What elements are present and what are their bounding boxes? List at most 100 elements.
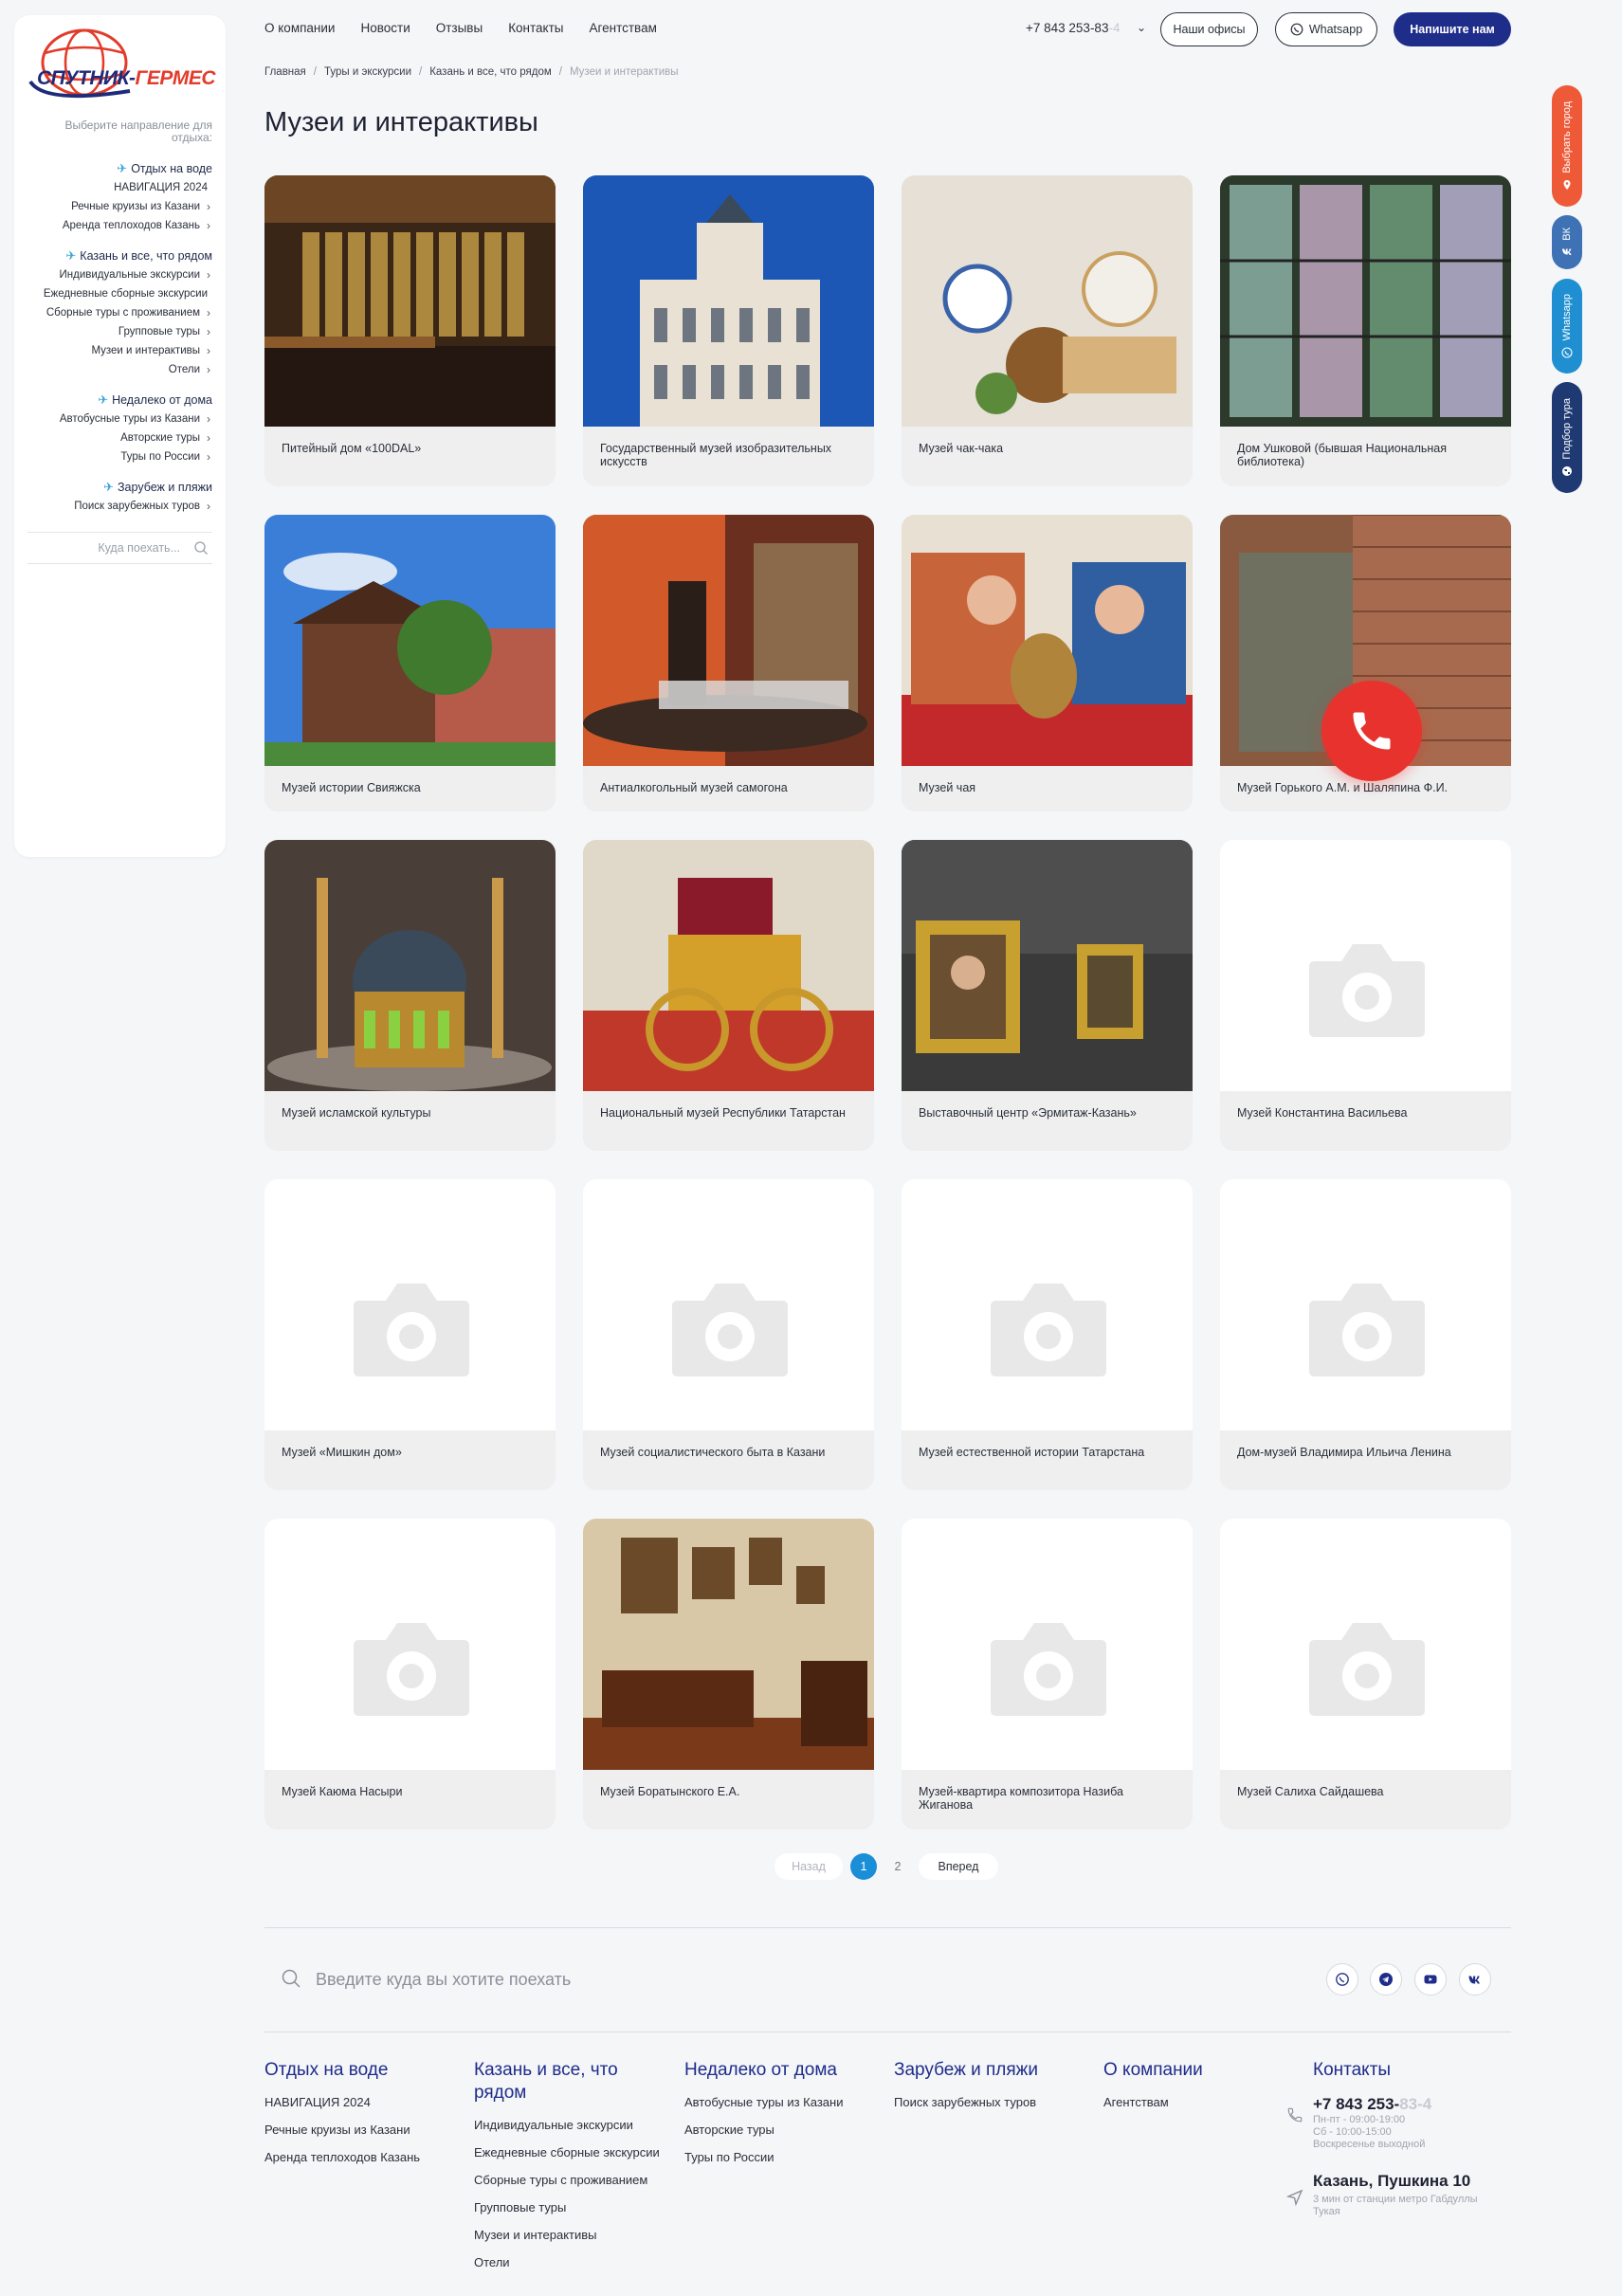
page-2-button[interactable]: 2 [884,1853,911,1880]
footer-link[interactable]: Музеи и интерактивы [474,2228,664,2243]
museum-card[interactable]: Дом Ушковой (бывшая Национальная библиот… [1220,175,1511,486]
prev-page-button[interactable]: Назад [775,1853,843,1880]
whatsapp-button[interactable]: Whatsapp [1275,12,1377,46]
sidebar-item[interactable]: Сборные туры с проживанием › [18,303,212,322]
sidebar-item[interactable]: Аренда теплоходов Казань › [18,216,212,235]
museum-card[interactable]: Государственный музей изобразительных ис… [583,175,874,486]
sidebar-group-title[interactable]: ✈ Отдых на воде [18,159,212,178]
footer-link[interactable]: Туры по России [684,2150,874,2165]
sidebar-item[interactable]: Групповые туры › [18,322,212,341]
vk-tab[interactable]: ВК [1552,215,1582,269]
offices-button[interactable]: Наши офисы [1160,12,1258,46]
vk-social-button[interactable] [1459,1963,1491,1995]
nav-link[interactable]: Новости [360,21,410,35]
sidebar-item[interactable]: Автобусные туры из Казани › [18,410,212,428]
sidebar-item[interactable]: Музеи и интерактивы › [18,341,212,360]
museum-card[interactable]: Музей чак-чака [902,175,1193,486]
card-title: Музей-квартира композитора Назиба Жигано… [902,1770,1193,1830]
sidebar-search[interactable]: Куда поехать... [27,532,212,564]
museum-card[interactable]: Выставочный центр «Эрмитаж-Казань» [902,840,1193,1151]
sidebar-item-label: Музеи и интерактивы [91,345,200,356]
footer-column-title[interactable]: Зарубеж и пляжи [894,2059,1084,2082]
bottom-search-input[interactable]: Введите куда вы хотите поехать [316,1970,571,1990]
card-title: Музей Константина Васильева [1220,1091,1511,1151]
museum-card[interactable]: Музей естественной истории Татарстана [902,1179,1193,1490]
footer-link[interactable]: НАВИГАЦИЯ 2024 [264,2095,454,2110]
whatsapp-social-button[interactable] [1326,1963,1358,1995]
breadcrumb-item[interactable]: Главная [264,66,306,78]
sidebar-group-title[interactable]: ✈ Зарубеж и пляжи [18,478,212,497]
sidebar-search-input[interactable]: Куда поехать... [98,541,180,555]
search-icon[interactable] [193,540,209,556]
nav-link[interactable]: Агентствам [590,21,657,35]
footer-link[interactable]: Сборные туры с проживанием [474,2173,664,2188]
footer-column-title[interactable]: О компании [1103,2059,1293,2082]
chevron-down-icon[interactable]: ⌄ [1137,21,1146,34]
museum-grid: Питейный дом «100DAL» Государственный муз… [264,175,1511,1830]
museum-card[interactable]: Музей-квартира композитора Назиба Жигано… [902,1519,1193,1830]
footer-link[interactable]: Аренда теплоходов Казань [264,2150,454,2165]
telegram-social-button[interactable] [1370,1963,1402,1995]
museum-card[interactable]: Музей социалистического быта в Казани [583,1179,874,1490]
museum-card[interactable]: Музей Константина Васильева [1220,840,1511,1151]
footer-phone[interactable]: +7 843 253-83-4 [1313,2095,1503,2114]
museum-card[interactable]: Музей «Мишкин дом» [264,1179,556,1490]
museum-card[interactable]: Музей Салиха Сайдашева [1220,1519,1511,1830]
call-button[interactable] [1321,681,1422,781]
page-1-button[interactable]: 1 [850,1853,877,1880]
sidebar-item[interactable]: Поиск зарубежных туров › [18,497,212,516]
sidebar-item[interactable]: НАВИГАЦИЯ 2024 [18,178,212,197]
museum-card[interactable]: Национальный музей Республики Татарстан [583,840,874,1151]
header-phone[interactable]: +7 843 253-83-4 [1026,21,1120,35]
footer-contacts-title: Контакты [1313,2060,1392,2080]
nav-link[interactable]: О компании [264,21,335,35]
footer-link[interactable]: Авторские туры [684,2123,874,2138]
footer-link[interactable]: Индивидуальные экскурсии [474,2118,664,2133]
museum-card[interactable]: Музей Боратынского Е.А. [583,1519,874,1830]
footer-link[interactable]: Отели [474,2255,664,2270]
next-page-button[interactable]: Вперед [919,1853,998,1880]
museum-card[interactable]: Дом-музей Владимира Ильича Ленина [1220,1179,1511,1490]
chevron-right-icon: › [207,363,210,376]
card-title: Дом-музей Владимира Ильича Ленина [1220,1430,1511,1490]
sidebar-item[interactable]: Авторские туры › [18,428,212,447]
footer-column-title[interactable]: Недалеко от дома [684,2059,874,2082]
brand-logo[interactable]: СПУТНИК-ГЕРМЕС [26,25,216,104]
whatsapp-tab[interactable]: Whatsapp [1552,279,1582,374]
museum-card[interactable]: Питейный дом «100DAL» [264,175,556,486]
sidebar-group-title[interactable]: ✈ Недалеко от дома [18,391,212,410]
brand-name-part2: ГЕРМЕС [135,67,216,89]
footer-link[interactable]: Агентствам [1103,2095,1293,2110]
choose-city-tab[interactable]: Выбрать город [1552,85,1582,207]
footer-link[interactable]: Автобусные туры из Казани [684,2095,874,2110]
sidebar-item[interactable]: Ежедневные сборные экскурсии [18,284,212,303]
card-image-placeholder [1220,840,1511,1091]
footer-column-title[interactable]: Казань и все, что рядом [474,2059,664,2105]
museum-card[interactable]: Музей Каюма Насыри [264,1519,556,1830]
nav-link[interactable]: Контакты [508,21,563,35]
direction-caption: Выберите направление для отдыха: [64,118,212,144]
museum-card[interactable]: Музей исламской культуры [264,840,556,1151]
sidebar-item[interactable]: Отели › [18,360,212,379]
footer-link[interactable]: Групповые туры [474,2200,664,2215]
museum-card[interactable]: Антиалкогольный музей самогона [583,515,874,811]
youtube-social-button[interactable] [1414,1963,1447,1995]
footer-link[interactable]: Речные круизы из Казани [264,2123,454,2138]
breadcrumb-item[interactable]: Туры и экскурсии [324,66,411,78]
breadcrumb-item[interactable]: Казань и все, что рядом [429,66,552,78]
sidebar-item-label: Туры по России [120,451,200,463]
nav-link[interactable]: Отзывы [436,21,483,35]
sidebar-item[interactable]: Туры по России › [18,447,212,466]
footer-link[interactable]: Ежедневные сборные экскурсии [474,2145,664,2160]
sidebar-item[interactable]: Индивидуальные экскурсии › [18,265,212,284]
footer-link[interactable]: Поиск зарубежных туров [894,2095,1084,2110]
museum-card[interactable]: Музей чая [902,515,1193,811]
search-icon[interactable] [281,1968,301,1989]
card-image [583,840,874,1091]
write-us-button[interactable]: Напишите нам [1394,12,1511,46]
tour-selection-tab[interactable]: Подбор тура [1552,382,1582,493]
sidebar-group-title[interactable]: ✈ Казань и все, что рядом [18,246,212,265]
museum-card[interactable]: Музей истории Свияжска [264,515,556,811]
footer-column-title[interactable]: Отдых на воде [264,2059,454,2082]
sidebar-item[interactable]: Речные круизы из Казани › [18,197,212,216]
